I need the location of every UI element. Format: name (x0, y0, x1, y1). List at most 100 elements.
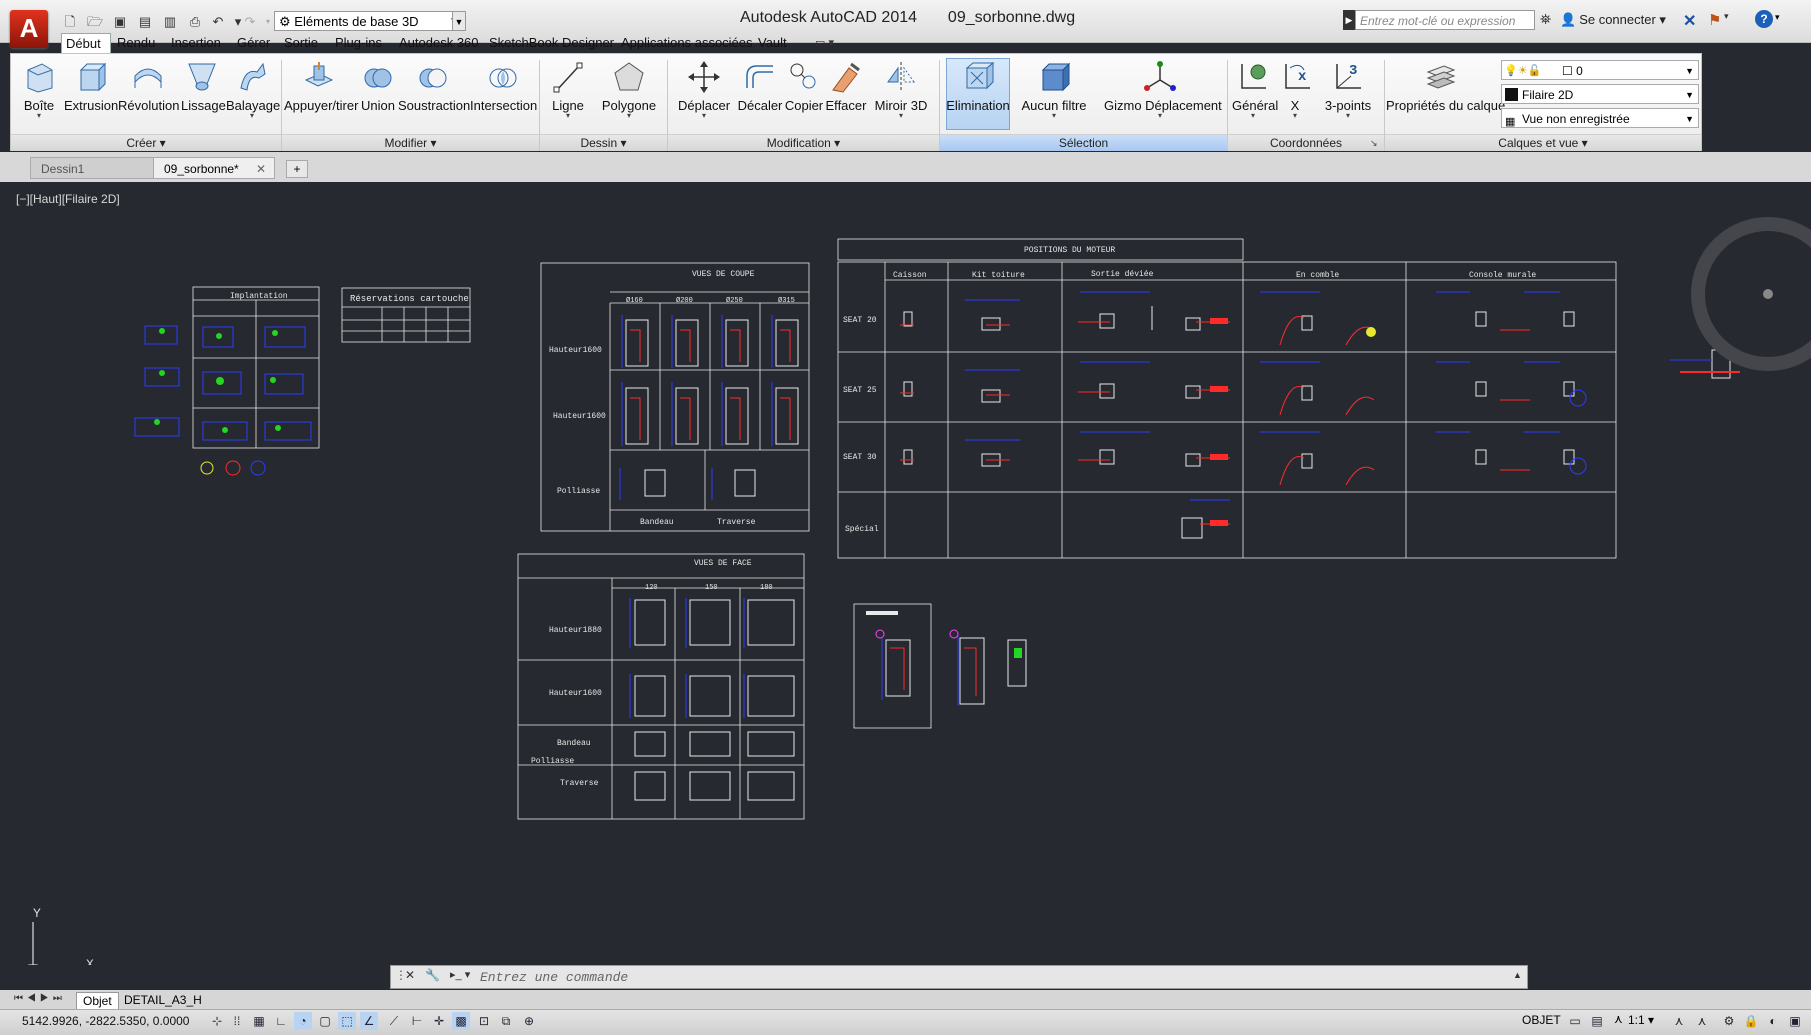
layout-tab-detail[interactable]: DETAIL_A3_H (118, 992, 208, 1008)
object-snap-icon[interactable]: ▢ (316, 1012, 334, 1030)
signin-button[interactable]: 👤 Se connecter ▾ (1560, 12, 1666, 28)
grid-icon[interactable]: ▦ (250, 1012, 268, 1030)
quick-properties-icon[interactable]: ⊡ (475, 1012, 493, 1030)
quick-view-drawings-icon[interactable]: ▤ (1588, 1012, 1606, 1030)
search-expand-icon[interactable]: ▶ (1343, 10, 1355, 30)
save-as-icon[interactable]: ▤ (135, 12, 155, 32)
ortho-icon[interactable]: ∟ (272, 1012, 290, 1030)
tab-autodesk360[interactable]: Autodesk 360 (395, 33, 483, 53)
isolate-objects-icon[interactable]: ◐ (1764, 1012, 1782, 1030)
save-icon[interactable]: ▣ (110, 12, 130, 32)
infer-constraints-icon[interactable]: ⊹ (208, 1012, 226, 1030)
lock-icon[interactable]: 🔒 (1742, 1012, 1760, 1030)
gizmo-tool[interactable]: Gizmo Déplacement ▾ (1104, 60, 1222, 120)
new-tab-button[interactable]: + (286, 160, 308, 178)
annotation-visibility-icon[interactable]: ⋏ (1670, 1012, 1688, 1030)
model-space-button[interactable]: OBJET (1522, 1013, 1561, 1027)
redo-icon[interactable]: ↷ (240, 12, 260, 32)
polar-tracking-icon[interactable]: ◔ (294, 1012, 312, 1030)
ucs-3point-tool[interactable]: 3 3-points ▾ (1320, 60, 1376, 120)
annotation-monitor-icon[interactable]: ⊕ (520, 1012, 538, 1030)
stay-connected-icon[interactable]: ⚑ (1708, 11, 1721, 29)
union-tool[interactable]: Union (359, 60, 397, 113)
help-dropdown-icon[interactable]: ▾ (1775, 12, 1780, 23)
exchange-icon[interactable]: ✕ (1683, 11, 1696, 31)
help-icon[interactable]: ? (1755, 10, 1773, 28)
chevron-up-icon[interactable]: ▲ (1513, 970, 1522, 980)
search-input[interactable]: Entrez mot-clé ou expression (1355, 10, 1535, 30)
panel-modifier[interactable]: Modifier ▾ (282, 134, 539, 151)
panel-creer[interactable]: Créer ▾ (11, 134, 281, 151)
mirror3d-tool[interactable]: Miroir 3D ▾ (874, 60, 928, 120)
tab-sortie[interactable]: Sortie (280, 33, 322, 53)
box-tool[interactable]: Boîte ▾ (18, 60, 60, 120)
tab-insertion[interactable]: Insertion (167, 33, 225, 53)
clean-screen-icon[interactable]: ▣ (1786, 1012, 1804, 1030)
tab-plugins[interactable]: Plug-ins (331, 33, 386, 53)
cursor-coordinates[interactable]: 5142.9926, -2822.5350, 0.0000 (22, 1014, 189, 1028)
drawing-canvas[interactable]: Implantation Réservations cartouche VUES… (0, 182, 1811, 965)
layout-tab-objet[interactable]: Objet (76, 992, 119, 1010)
doc-tab-dessin1[interactable]: Dessin1 (30, 157, 154, 179)
copy-tool[interactable]: Copier (784, 60, 824, 113)
revolve-tool[interactable]: Révolution (118, 60, 179, 113)
binoculars-icon[interactable]: ⛯ (1540, 11, 1551, 28)
move-tool[interactable]: Déplacer ▾ (678, 60, 730, 120)
presspull-tool[interactable]: Appuyer/tirer (284, 60, 358, 113)
polygon-tool[interactable]: Polygone ▾ (600, 60, 658, 120)
workspace-select[interactable]: ⚙ Eléments de base 3D ▼ (274, 11, 464, 31)
quick-access-more-button[interactable]: ▼ (452, 11, 466, 31)
dynamic-ucs-icon[interactable]: ⟋ (385, 1012, 403, 1030)
ucs-world-tool[interactable]: Général ▾ (1232, 60, 1278, 120)
recent-commands-icon[interactable]: ▸_ ▾ (450, 968, 470, 981)
panel-calques-vue[interactable]: Calques et vue ▾ (1385, 134, 1701, 151)
plot-preview-icon[interactable]: ▥ (160, 12, 180, 32)
transparency-icon[interactable]: ▩ (452, 1012, 470, 1030)
undo-icon[interactable]: ↶ (208, 12, 228, 32)
visual-style-select[interactable]: Filaire 2D ▼ (1501, 84, 1699, 104)
layout-nav-arrows[interactable]: ⏮◀▶⏭ (14, 993, 66, 1004)
quick-view-layouts-icon[interactable]: ▭ (1566, 1012, 1584, 1030)
workspace-switch-icon[interactable]: ⚙ (1720, 1012, 1738, 1030)
layer-properties-tool[interactable]: Propriétés du calque (1386, 60, 1505, 113)
intersect-tool[interactable]: Intersection (470, 60, 537, 113)
ribbon-toggle-button[interactable]: ▭ ▾ (815, 36, 834, 49)
panel-launcher-icon[interactable]: ↘ (1370, 138, 1378, 149)
loft-tool[interactable]: Lissage (181, 60, 226, 113)
tab-applications[interactable]: Applications associées (617, 33, 757, 53)
offset-tool[interactable]: Décaler (737, 60, 783, 113)
elimination-tool[interactable]: Elimination (946, 60, 1010, 113)
tab-sketchbook[interactable]: SketchBook Designer (485, 33, 618, 53)
new-file-icon[interactable]: 🗋 (60, 12, 80, 32)
panel-selection[interactable]: Sélection (940, 134, 1227, 151)
open-file-icon[interactable]: 🗁 (85, 12, 105, 32)
subtract-tool[interactable]: Soustraction (398, 60, 470, 113)
print-icon[interactable]: ⎙ (185, 12, 205, 32)
ucs-x-tool[interactable]: x X ▾ (1280, 60, 1310, 120)
panel-coordonnees[interactable]: Coordonnées (1228, 134, 1384, 151)
close-icon[interactable]: ✕ (256, 158, 266, 180)
panel-modification[interactable]: Modification ▾ (668, 134, 939, 151)
doc-tab-sorbonne[interactable]: 09_sorbonne* ✕ (153, 157, 275, 179)
filter-tool[interactable]: Aucun filtre ▾ (1018, 60, 1090, 120)
application-menu-button[interactable]: A (10, 10, 48, 48)
command-input[interactable]: Entrez une commande (480, 970, 628, 985)
lineweight-icon[interactable]: ✛ (430, 1012, 448, 1030)
wrench-icon[interactable]: 🔧 (425, 968, 440, 982)
snap-mode-icon[interactable]: ⁞⁞ (228, 1012, 246, 1030)
chevron-down-icon[interactable]: ▾ (1724, 11, 1729, 22)
annotation-scale[interactable]: 1:1 ▾ (1628, 1013, 1654, 1027)
tab-gerer[interactable]: Gérer (233, 33, 274, 53)
3d-osnap-icon[interactable]: ⬚ (338, 1012, 356, 1030)
panel-dessin[interactable]: Dessin ▾ (540, 134, 667, 151)
line-tool[interactable]: Ligne ▾ (548, 60, 588, 120)
tab-rendu[interactable]: Rendu (113, 33, 159, 53)
layer-select[interactable]: 💡☀🔓 ☐ 0 ▼ (1501, 60, 1699, 80)
dynamic-input-icon[interactable]: ⊢ (408, 1012, 426, 1030)
tab-vault[interactable]: Vault (754, 33, 791, 53)
selection-cycling-icon[interactable]: ⧉ (497, 1012, 515, 1030)
sweep-tool[interactable]: Balayage ▾ (226, 60, 280, 120)
auto-scale-icon[interactable]: ⋏ (1693, 1012, 1711, 1030)
named-view-select[interactable]: ▦ Vue non enregistrée ▼ (1501, 108, 1699, 128)
tab-debut[interactable]: Début (61, 33, 111, 54)
